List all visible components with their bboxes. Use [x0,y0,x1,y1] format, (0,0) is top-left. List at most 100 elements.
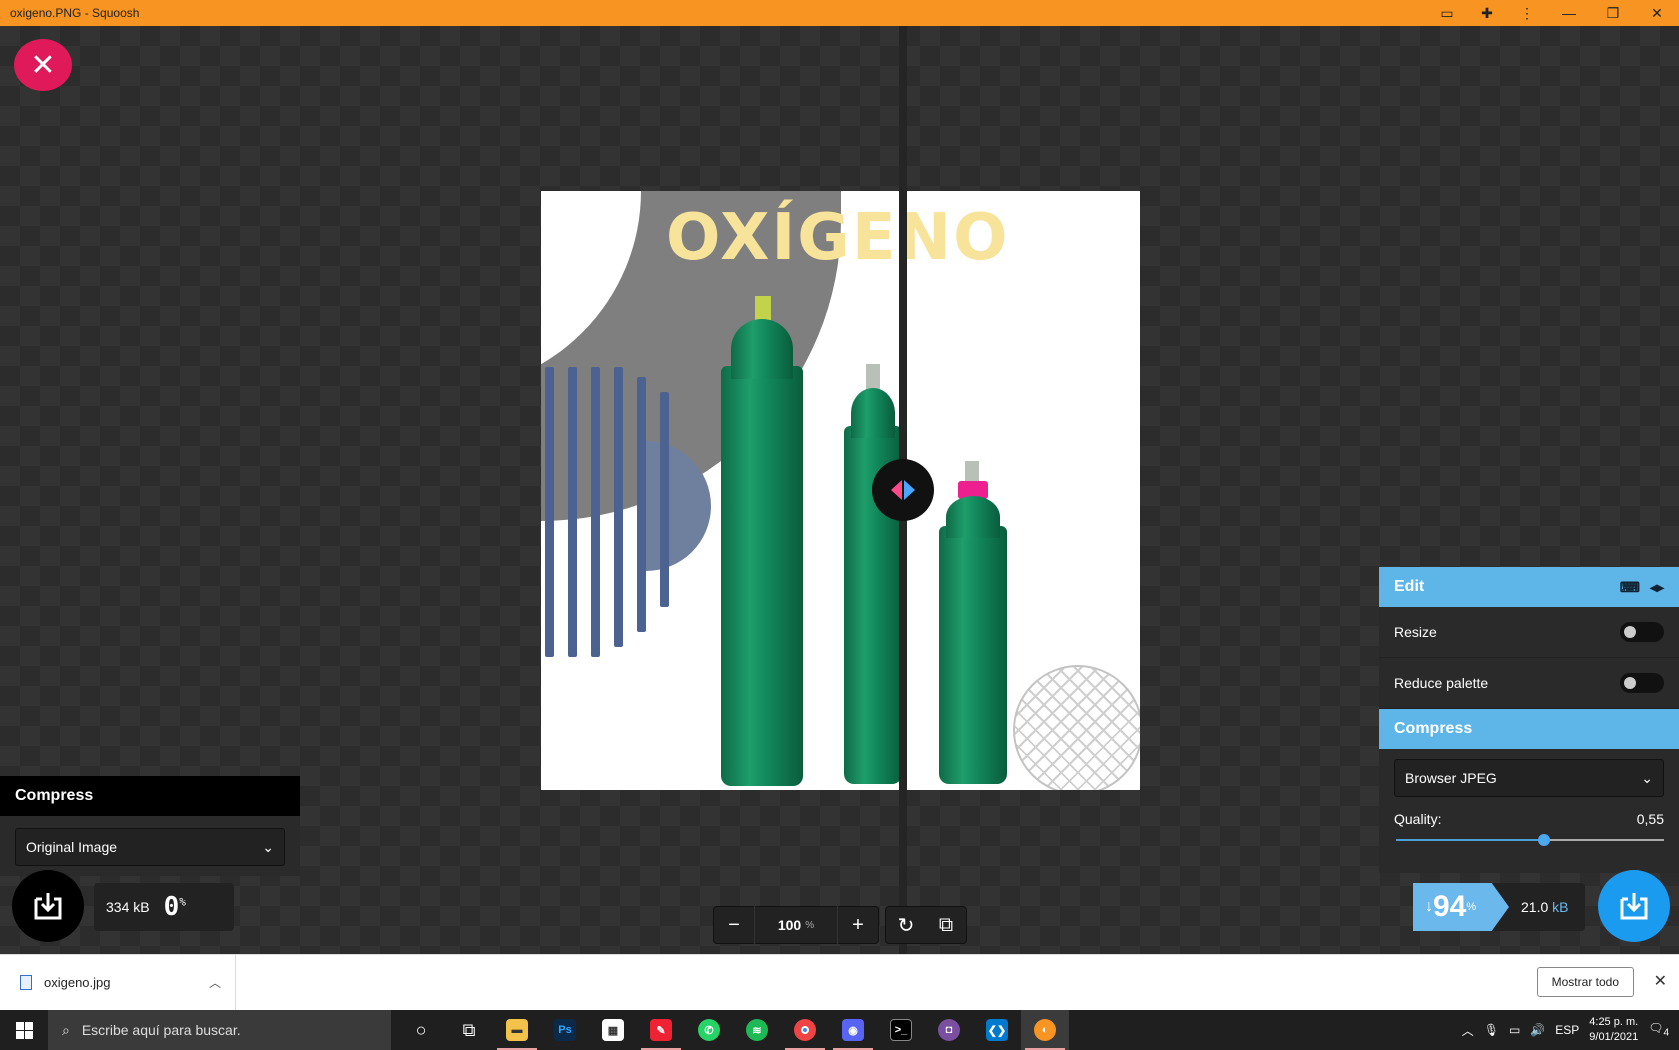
reduce-palette-row[interactable]: Reduce palette [1379,658,1679,709]
quality-label: Quality: [1394,811,1442,827]
clock[interactable]: 4:25 p. m. 9/01/2021 [1589,1015,1638,1045]
cylinder-2-valve [866,364,880,390]
resize-row[interactable]: Resize [1379,607,1679,658]
blue-stripes [541,367,706,657]
zoom-in-button[interactable]: + [838,906,878,944]
show-all-button[interactable]: Mostrar todo [1536,967,1634,997]
cylinder-3-valve [965,461,979,483]
windows-icon [15,1021,33,1039]
swap-sides-icon[interactable]: ◂▸ [1650,579,1664,596]
chrome-icon[interactable] [781,1010,829,1050]
terminal-icon[interactable]: >_ [877,1010,925,1050]
edit-title: Edit [1394,578,1425,595]
cylinder-1 [721,366,803,786]
right-size: 21.0 kB [1521,899,1569,915]
minimize-icon[interactable]: — [1547,0,1591,26]
cylinder-3 [939,526,1007,784]
right-encoder-value: Browser JPEG [1405,770,1497,786]
file-explorer-icon[interactable]: ▬ [493,1010,541,1050]
resize-toggle[interactable] [1620,622,1664,642]
zoom-value[interactable]: 100% [754,906,838,944]
volume-icon[interactable]: 🔊 [1530,1023,1545,1037]
store-icon[interactable]: ▦ [589,1010,637,1050]
chevron-down-icon: ⌄ [1641,769,1653,786]
left-size: 334 kB [106,899,150,915]
squoosh-icon[interactable]: ◐ [1021,1010,1069,1050]
image-preview[interactable]: OXÍGENO [541,191,1140,790]
left-encoder-select[interactable]: Original Image ⌄ [15,828,285,866]
left-stats: 334 kB 0% [94,883,234,931]
reduce-palette-toggle[interactable] [1620,673,1664,693]
window-title: oxigeno.PNG - Squoosh [10,6,140,20]
zoom-controls: − 100% + ↻ ⧉ [713,906,967,944]
app-purple-icon[interactable]: ◘ [925,1010,973,1050]
network-icon[interactable]: ▭ [1509,1023,1520,1037]
puzzle-icon[interactable]: ✚ [1467,0,1507,26]
download-item[interactable]: oxigeno.jpg ︿ [0,954,236,1011]
windows-taskbar: ⌕ Escribe aquí para buscar. ○ ⧉ ▬ Ps ▦ ✎… [0,1010,1679,1050]
vscode-icon[interactable]: ❮❯ [973,1010,1021,1050]
right-options-panel: Edit ⌨ ◂▸ Resize Reduce palette Compress… [1379,567,1679,873]
quality-value: 0,55 [1636,811,1664,827]
download-file-name: oxigeno.jpg [44,975,111,990]
cylinder-3-top [946,496,1000,538]
compare-handle[interactable] [872,459,934,521]
start-button[interactable] [0,1010,48,1050]
quality-slider[interactable] [1396,834,1664,846]
quality-slider-knob[interactable] [1538,834,1550,846]
close-icon: ✕ [30,48,56,82]
search-placeholder: Escribe aquí para buscar. [81,1022,241,1038]
left-download-button[interactable] [12,870,84,942]
taskbar-search[interactable]: ⌕ Escribe aquí para buscar. [48,1010,391,1050]
cortana-icon[interactable]: ○ [397,1010,445,1050]
chevron-down-icon: ⌄ [262,838,274,855]
browser-download-bar: oxigeno.jpg ︿ Mostrar todo ✕ [0,954,1679,1011]
spotify-icon[interactable]: ≋ [733,1010,781,1050]
left-compress-panel: Compress Original Image ⌄ [0,776,300,876]
search-icon: ⌕ [62,1021,70,1038]
restore-icon[interactable]: ❐ [1591,0,1635,26]
left-percent: 0% [163,892,186,922]
microphone-icon[interactable]: 🎙 [1484,1023,1499,1037]
window-titlebar: oxigeno.PNG - Squoosh ▭ ✚ ⋮ — ❐ ✕ [0,0,1679,26]
system-tray: ︿ 🎙 ▭ 🔊 ESP 4:25 p. m. 9/01/2021 🗨4 [1462,1010,1679,1050]
chevron-circle-shape [1013,665,1140,790]
reduction-badge: ↓ 94% [1413,883,1509,931]
close-icon[interactable]: ✕ [1635,0,1679,26]
notification-icon[interactable]: 🗨4 [1648,1021,1669,1038]
chevron-up-icon[interactable]: ︿ [1462,1022,1474,1039]
right-encoder-select[interactable]: Browser JPEG ⌄ [1394,759,1664,797]
chevron-up-icon[interactable]: ︿ [209,974,221,991]
compress-title: Compress [1394,720,1473,737]
close-icon[interactable]: ✕ [1654,971,1667,991]
back-close-button[interactable]: ✕ [14,39,72,91]
edit-header: Edit ⌨ ◂▸ [1379,567,1679,607]
download-icon [34,893,62,920]
quality-row: Quality: 0,55 [1379,807,1679,827]
paint-icon[interactable]: ✎ [637,1010,685,1050]
cylinder-2-top [851,388,895,438]
more-vert-icon[interactable]: ⋮ [1507,0,1547,26]
right-stats: ↓ 94% 21.0 kB [1413,883,1585,931]
file-icon [20,975,32,990]
terminal-icon[interactable]: ⌨ [1620,579,1640,596]
app-icon[interactable]: ◉ [829,1010,877,1050]
language-indicator[interactable]: ESP [1555,1023,1579,1037]
download-icon [1620,893,1648,920]
resize-label: Resize [1394,624,1437,640]
logo-text: OXÍGENO [666,201,1010,275]
reduce-palette-label: Reduce palette [1394,675,1489,691]
whatsapp-icon[interactable]: ✆ [685,1010,733,1050]
background-toggle-icon[interactable]: ⧉ [926,906,966,944]
arrow-left-icon [891,480,902,500]
zoom-out-button[interactable]: − [714,906,754,944]
left-encoder-value: Original Image [26,839,118,855]
cylinder-1-top [731,319,793,379]
clipboard-icon[interactable]: ▭ [1427,0,1467,26]
left-compress-title: Compress [0,776,300,816]
arrow-right-icon [904,480,915,500]
photoshop-icon[interactable]: Ps [541,1010,589,1050]
task-view-icon[interactable]: ⧉ [445,1010,493,1050]
rotate-icon[interactable]: ↻ [886,906,926,944]
right-download-button[interactable] [1598,870,1670,942]
